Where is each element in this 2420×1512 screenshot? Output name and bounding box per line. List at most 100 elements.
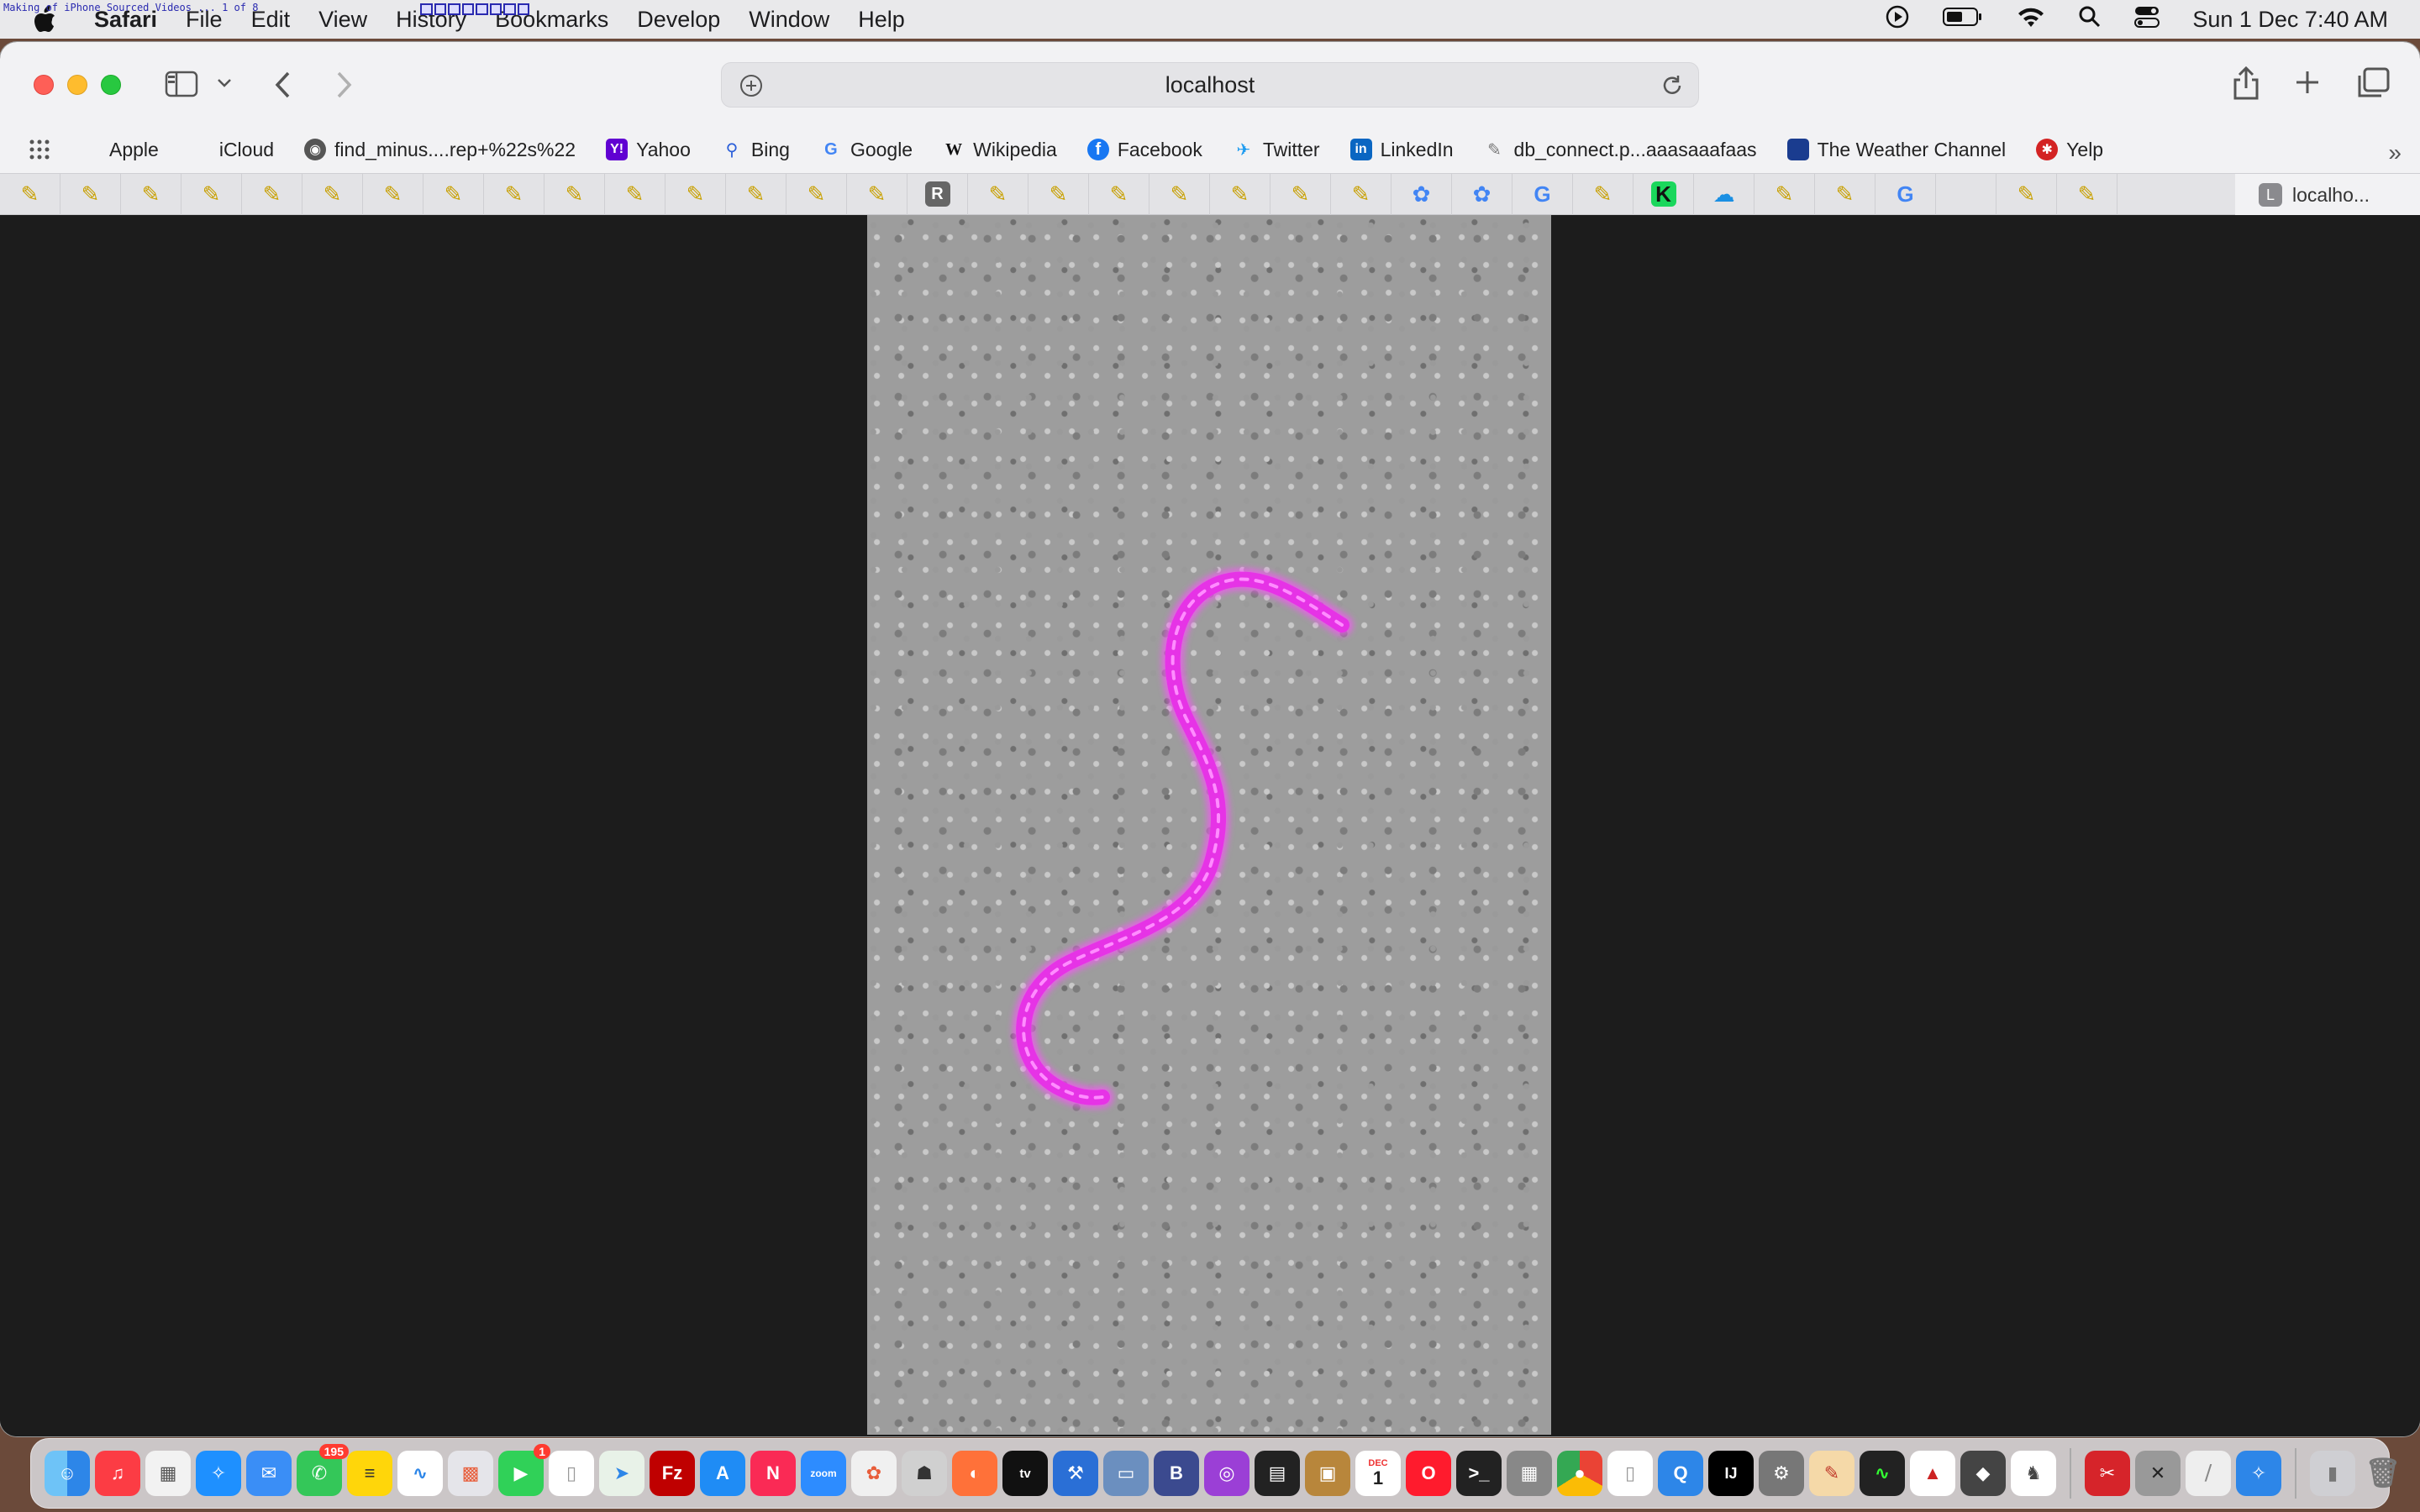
site-settings-icon[interactable] <box>739 73 764 104</box>
pinned-tab[interactable]: ✎ <box>1331 173 1392 215</box>
finder-icon[interactable]: ☺ <box>45 1451 90 1496</box>
news-icon[interactable]: N <box>750 1451 796 1496</box>
minimize-window-button[interactable] <box>67 75 87 95</box>
maps-icon[interactable]: ➤ <box>599 1451 644 1496</box>
opera-icon[interactable]: O <box>1406 1451 1451 1496</box>
mail-icon[interactable]: ✉ <box>246 1451 292 1496</box>
favorite-db-connect[interactable]: ✎ db_connect.p...aaasaaafaas <box>1484 139 1756 161</box>
apple-tv-icon[interactable]: tv <box>1002 1451 1048 1496</box>
pinned-tab[interactable]: G <box>1876 173 1936 215</box>
photos-icon[interactable]: ✿ <box>851 1451 897 1496</box>
inkscape-icon[interactable]: ◆ <box>1960 1451 2006 1496</box>
launchpad-icon[interactable]: ▦ <box>145 1451 191 1496</box>
favorite-weather-channel[interactable]: The Weather Channel <box>1786 139 2006 161</box>
favorite-twitter[interactable]: ✈ Twitter <box>1233 139 1319 161</box>
favorite-facebook[interactable]: f Facebook <box>1086 139 1202 161</box>
pinned-tab[interactable]: ✎ <box>1089 173 1150 215</box>
activity-monitor-icon[interactable]: ∿ <box>1860 1451 1905 1496</box>
app-store-icon[interactable]: A <box>700 1451 745 1496</box>
elephant-icon[interactable]: ♞ <box>2011 1451 2056 1496</box>
favorite-linkedin[interactable]: in LinkedIn <box>1349 139 1454 161</box>
app-grid-icon[interactable]: ▩ <box>448 1451 493 1496</box>
pinned-tab[interactable]: ✎ <box>1028 173 1089 215</box>
back-button-icon[interactable] <box>274 71 292 99</box>
pinned-tab[interactable]: ✎ <box>182 173 242 215</box>
screenshot-app-icon[interactable]: ✂ <box>2085 1451 2130 1496</box>
sidebar-toggle-icon[interactable] <box>165 71 198 97</box>
trash-icon[interactable]: 🗑 <box>2360 1451 2406 1496</box>
pinned-tab[interactable]: ☁ <box>1694 173 1754 215</box>
favorite-yelp[interactable]: ✱ Yelp <box>2036 139 2103 161</box>
quicktime-icon[interactable]: Q <box>1658 1451 1703 1496</box>
filezilla-icon[interactable]: Fz <box>650 1451 695 1496</box>
pinned-tab[interactable]: ✿ <box>1392 173 1452 215</box>
pinned-tab[interactable]: ✎ <box>1270 173 1331 215</box>
menu-help[interactable]: Help <box>858 7 905 33</box>
address-bar[interactable]: localhost <box>721 62 1699 108</box>
url-text[interactable]: localhost <box>1165 72 1255 98</box>
pinned-tab[interactable]: ✎ <box>786 173 847 215</box>
pinned-tab[interactable]: ✎ <box>1754 173 1815 215</box>
pinned-tab[interactable]: ✎ <box>363 173 424 215</box>
share-icon[interactable] <box>2232 66 2260 101</box>
document-icon[interactable]: ▯ <box>1607 1451 1653 1496</box>
pinned-tab[interactable]: ✎ <box>726 173 786 215</box>
wifi-icon[interactable] <box>2016 5 2046 34</box>
pinned-tab[interactable]: ✎ <box>121 173 182 215</box>
calendar-icon[interactable]: DEC 1 <box>1355 1451 1401 1496</box>
battery-icon[interactable] <box>1942 6 1984 34</box>
pinned-tab[interactable]: ✎ <box>60 173 121 215</box>
screen-recording-icon[interactable] <box>1885 4 1910 35</box>
close-window-button[interactable] <box>34 75 54 95</box>
tab-localhost-active[interactable]: L localho... <box>2235 174 2420 216</box>
zoom-window-button[interactable] <box>101 75 121 95</box>
menu-window[interactable]: Window <box>749 7 829 33</box>
favorite-apple[interactable]: Apple <box>79 139 159 161</box>
pinned-tab[interactable] <box>1936 173 1996 215</box>
safari-download-icon[interactable]: ✧ <box>2236 1451 2281 1496</box>
spotlight-search-icon[interactable] <box>2078 5 2102 34</box>
pinned-tab[interactable]: ✎ <box>1996 173 2057 215</box>
zoom-icon[interactable]: zoom <box>801 1451 846 1496</box>
pinned-tab[interactable]: ✎ <box>1573 173 1634 215</box>
favorite-google[interactable]: G Google <box>820 139 913 161</box>
terminal-icon[interactable]: >_ <box>1456 1451 1502 1496</box>
calculator-icon[interactable]: ▦ <box>1507 1451 1552 1496</box>
pinned-tab[interactable]: ✎ <box>605 173 666 215</box>
freeform-icon[interactable]: ∿ <box>397 1451 443 1496</box>
chevron-down-icon[interactable] <box>217 77 232 89</box>
pinned-tab[interactable]: ✎ <box>1815 173 1876 215</box>
favorite-wikipedia[interactable]: W Wikipedia <box>943 139 1057 161</box>
reload-icon[interactable] <box>1660 73 1685 104</box>
notes-paper-icon[interactable]: ⧸ <box>2186 1451 2231 1496</box>
downloads-stack-icon[interactable]: ▮ <box>2310 1451 2355 1496</box>
favorite-icloud[interactable]: iCloud <box>189 139 274 161</box>
pinned-tab[interactable]: ✎ <box>847 173 908 215</box>
pinned-tab[interactable]: ✎ <box>1210 173 1270 215</box>
pinned-tab[interactable]: ✎ <box>302 173 363 215</box>
notes-icon[interactable]: ≡ <box>347 1451 392 1496</box>
sequel-icon[interactable]: ☗ <box>902 1451 947 1496</box>
pinned-tab[interactable]: ✎ <box>2057 173 2118 215</box>
bbedit-icon[interactable]: B <box>1154 1451 1199 1496</box>
menu-clock[interactable]: Sun 1 Dec 7:40 AM <box>2192 7 2388 33</box>
control-center-icon[interactable] <box>2133 5 2160 34</box>
console-icon[interactable]: ▤ <box>1255 1451 1300 1496</box>
menu-develop[interactable]: Develop <box>637 7 720 33</box>
pinned-tab[interactable]: R <box>908 173 968 215</box>
pinned-tab[interactable]: ✎ <box>544 173 605 215</box>
pinned-tab[interactable]: ✿ <box>1452 173 1512 215</box>
firefox-icon[interactable]: ◐ <box>952 1451 997 1496</box>
safari-icon[interactable]: ✧ <box>196 1451 241 1496</box>
paint-icon[interactable]: ✎ <box>1809 1451 1854 1496</box>
tab-overview-icon[interactable] <box>2356 67 2390 99</box>
pinned-tab[interactable]: K <box>1634 173 1694 215</box>
facetime-icon[interactable]: ▶ 1 <box>498 1444 550 1496</box>
chrome-icon[interactable]: ● <box>1557 1451 1602 1496</box>
pinned-tab[interactable]: ✎ <box>968 173 1028 215</box>
favorites-grid-icon[interactable] <box>29 139 50 160</box>
favorite-bing[interactable]: ⚲ Bing <box>721 139 790 161</box>
menu-view[interactable]: View <box>318 7 367 33</box>
intellij-icon[interactable]: IJ <box>1708 1451 1754 1496</box>
podcasts-icon[interactable]: ◎ <box>1204 1451 1249 1496</box>
